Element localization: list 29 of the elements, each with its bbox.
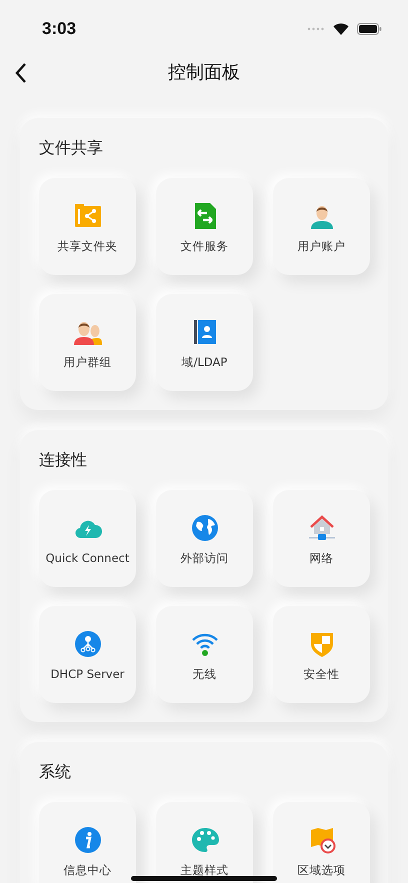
settings-tile[interactable]: 共享文件夹	[39, 178, 136, 275]
palette-icon	[190, 826, 218, 854]
wifi-status-icon	[333, 23, 349, 35]
status-time: 3:03	[42, 18, 76, 40]
settings-tile[interactable]: 外部访问	[156, 490, 253, 587]
settings-tile[interactable]: 域/LDAP	[156, 294, 253, 391]
page-title: 控制面板	[168, 60, 240, 84]
settings-tile[interactable]: 主题样式	[156, 802, 253, 883]
back-icon	[14, 62, 28, 84]
settings-tile[interactable]: 区域选项	[273, 802, 370, 883]
shared-folder-icon	[74, 202, 102, 230]
settings-tile[interactable]: 网络	[273, 490, 370, 587]
signal-icon	[307, 27, 325, 31]
section-title: 文件共享	[39, 137, 104, 159]
section-title: 系统	[39, 761, 72, 783]
settings-tile[interactable]: 用户账户	[273, 178, 370, 275]
settings-tile[interactable]: 文件服务	[156, 178, 253, 275]
settings-tile[interactable]: Quick Connect	[39, 490, 136, 587]
settings-tile[interactable]: 无线	[156, 606, 253, 703]
section-title: 连接性	[39, 449, 88, 471]
network-node-icon	[74, 630, 102, 658]
settings-tile[interactable]: 信息中心	[39, 802, 136, 883]
info-icon	[74, 826, 102, 854]
settings-tile[interactable]: 安全性	[273, 606, 370, 703]
settings-tile[interactable]: 用户群组	[39, 294, 136, 391]
battery-icon	[357, 23, 382, 35]
house-network-icon	[308, 514, 336, 542]
globe-icon	[190, 514, 218, 542]
settings-tile[interactable]: DHCP Server	[39, 606, 136, 703]
